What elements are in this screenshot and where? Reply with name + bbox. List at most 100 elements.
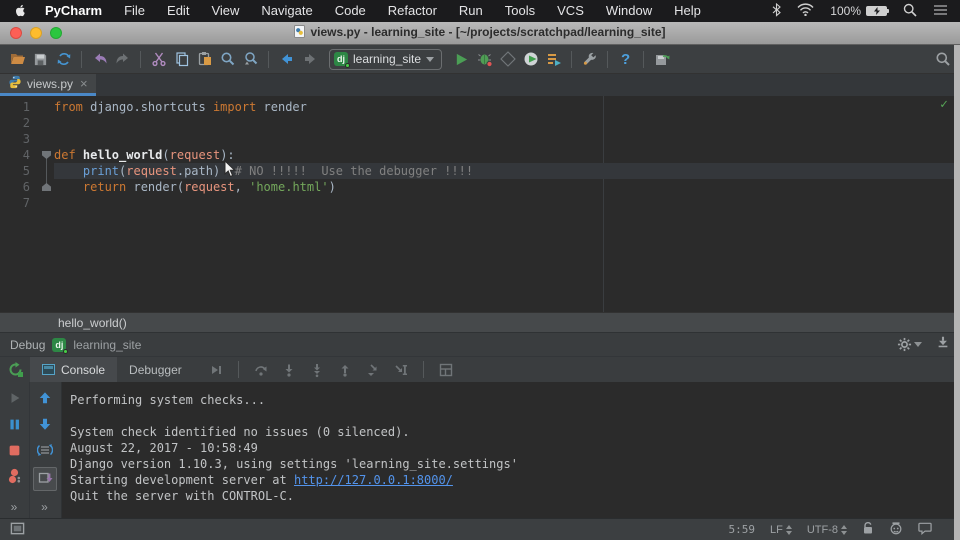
paste-icon[interactable]: [193, 48, 216, 71]
profiler-icon[interactable]: [519, 48, 542, 71]
help-icon[interactable]: ?: [614, 48, 637, 71]
caret-position[interactable]: 5:59: [728, 523, 755, 536]
step-down-icon[interactable]: [35, 415, 55, 433]
view-breakpoints-icon[interactable]: [5, 467, 25, 485]
find-icon[interactable]: [216, 48, 239, 71]
wifi-icon[interactable]: [797, 3, 814, 19]
menu-pycharm[interactable]: PyCharm: [34, 0, 113, 22]
menu-code[interactable]: Code: [324, 0, 377, 22]
code-line: 2: [0, 115, 960, 131]
menu-vcs[interactable]: VCS: [546, 0, 595, 22]
console-line: System check identified no issues (0 sil…: [70, 424, 960, 440]
toolwindow-switcher-icon[interactable]: [10, 521, 25, 539]
notification-center-icon[interactable]: [933, 4, 948, 19]
step-up-icon[interactable]: [35, 389, 55, 407]
line-number: 7: [22, 196, 30, 210]
stop-icon[interactable]: [5, 441, 25, 459]
restore-frame-icon[interactable]: [35, 441, 55, 459]
scroll-to-end-icon[interactable]: [33, 467, 57, 491]
console-text: Quit the server with CONTROL-C.: [70, 489, 294, 503]
synchronize-icon[interactable]: [52, 48, 75, 71]
spotlight-search-icon[interactable]: [903, 3, 917, 20]
redo-icon[interactable]: [111, 48, 134, 71]
menu-edit[interactable]: Edit: [156, 0, 200, 22]
undo-icon[interactable]: [88, 48, 111, 71]
menu-help[interactable]: Help: [663, 0, 712, 22]
rerun-icon[interactable]: [0, 361, 30, 378]
gear-icon[interactable]: [897, 337, 922, 352]
window-scrollbar-strip[interactable]: [954, 45, 960, 540]
unlocked-icon[interactable]: [862, 521, 874, 538]
console-text: Starting development server at: [70, 473, 294, 487]
debug-tabbar: Console Debugger: [0, 356, 960, 383]
debug-side-toolbar: » »: [0, 382, 62, 518]
event-log-icon[interactable]: [918, 522, 932, 538]
toolbar-separator: [81, 50, 82, 68]
menu-file[interactable]: File: [113, 0, 156, 22]
console-link[interactable]: http://127.0.0.1:8000/: [294, 473, 453, 487]
force-step-into-icon[interactable]: [305, 359, 329, 381]
close-tab-icon[interactable]: ×: [80, 76, 88, 91]
step-actions: [204, 359, 458, 381]
console-output[interactable]: Performing system checks... System check…: [62, 382, 960, 518]
line-number: 4: [22, 148, 30, 162]
forward-icon[interactable]: [298, 48, 321, 71]
window-titlebar[interactable]: views.py - learning_site - [~/projects/s…: [0, 22, 960, 45]
frame-label: hello_world(): [58, 316, 127, 330]
step-out-icon[interactable]: [333, 359, 357, 381]
debug-frame-bar[interactable]: hello_world(): [0, 312, 960, 332]
menu-refactor[interactable]: Refactor: [377, 0, 448, 22]
evaluate-expression-icon[interactable]: [389, 359, 413, 381]
pause-icon[interactable]: [5, 415, 25, 433]
step-into-icon[interactable]: [277, 359, 301, 381]
code-editor[interactable]: 1 from django.shortcuts import render 2 3 …: [0, 96, 960, 312]
show-execution-point-icon[interactable]: [204, 359, 228, 381]
run-icon[interactable]: [450, 48, 473, 71]
menu-view[interactable]: View: [200, 0, 250, 22]
toolbar-separator: [237, 361, 239, 378]
line-number: 2: [22, 116, 30, 130]
concurrency-diagram-icon[interactable]: [542, 48, 565, 71]
debug-icon[interactable]: [473, 48, 496, 71]
run-to-cursor-icon[interactable]: [361, 359, 385, 381]
console-line: August 22, 2017 - 10:58:49: [70, 440, 960, 456]
inspection-ok-icon[interactable]: ✓: [940, 97, 948, 112]
encoding-selector[interactable]: UTF-8: [807, 524, 847, 536]
hector-inspector-icon[interactable]: [889, 521, 903, 539]
fold-marker-icon[interactable]: [42, 183, 51, 191]
step-over-icon[interactable]: [249, 359, 273, 381]
more-chevron[interactable]: »: [11, 500, 19, 514]
main-toolbar: dj learning_site ?: [0, 45, 960, 74]
bluetooth-icon[interactable]: [772, 2, 782, 20]
replace-in-path-icon[interactable]: [239, 48, 262, 71]
tab-console[interactable]: Console: [30, 356, 118, 383]
restore-layout-icon[interactable]: [434, 359, 458, 381]
resume-icon[interactable]: [5, 389, 25, 407]
run-configuration-name: learning_site: [353, 52, 422, 66]
tab-views-py[interactable]: views.py ×: [0, 74, 96, 96]
back-icon[interactable]: [275, 48, 298, 71]
line-separator-selector[interactable]: LF: [770, 524, 792, 536]
cut-icon[interactable]: [147, 48, 170, 71]
tab-debugger[interactable]: Debugger: [117, 357, 194, 383]
copy-icon[interactable]: [170, 48, 193, 71]
run-configuration-selector[interactable]: dj learning_site: [329, 48, 443, 70]
menu-run[interactable]: Run: [448, 0, 494, 22]
apple-menu-icon[interactable]: [14, 4, 28, 19]
save-all-icon[interactable]: [29, 48, 52, 71]
save-with-sync-icon[interactable]: [650, 48, 673, 71]
menu-navigate[interactable]: Navigate: [250, 0, 323, 22]
settings-wrench-icon[interactable]: [578, 48, 601, 71]
fold-marker-icon[interactable]: [42, 151, 51, 159]
more-chevron[interactable]: »: [41, 500, 49, 514]
battery-icon[interactable]: 100%: [830, 4, 889, 18]
pycharm-window: PyCharm File Edit View Navigate Code Refactor R…: [0, 0, 960, 540]
console-text: Django version 1.10.3, using settings 'l…: [70, 457, 518, 471]
menu-window[interactable]: Window: [595, 0, 663, 22]
console-area: » » Performing system checks... System c…: [0, 382, 960, 518]
run-with-coverage-icon[interactable]: [496, 48, 519, 71]
search-everywhere-icon[interactable]: [931, 48, 954, 71]
open-folder-icon[interactable]: [6, 48, 29, 71]
hide-toolwindow-icon[interactable]: [936, 335, 950, 354]
menu-tools[interactable]: Tools: [494, 0, 546, 22]
